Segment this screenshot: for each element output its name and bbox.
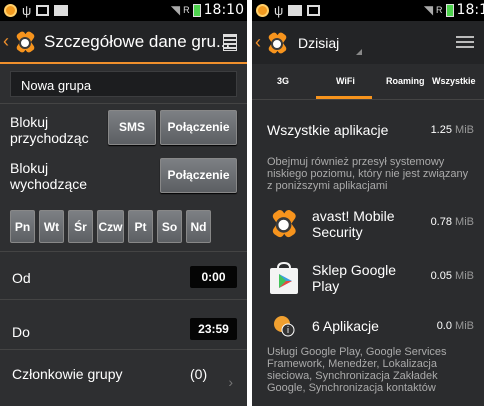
usb-icon: ψ [274, 3, 284, 18]
tab-wifi[interactable]: WiFi [336, 76, 355, 86]
app-name: Sklep Google Play [312, 262, 397, 294]
page-title: Szczegółowe dane gru... [44, 31, 231, 51]
sms-toggle-button[interactable]: SMS [108, 110, 156, 145]
action-bar: ‹ Dzisiaj [252, 21, 484, 64]
back-chevron-icon[interactable]: ‹ [255, 32, 265, 53]
app-row[interactable]: avast! Mobile Security 0.78 MiB [262, 206, 474, 258]
app-name: 6 Aplikacje [312, 318, 379, 334]
app-size: 0.05 MiB [430, 270, 474, 282]
app-row[interactable]: Sklep Google Play 0.05 MiB [262, 258, 474, 310]
notification-box-icon [307, 5, 321, 16]
block-outgoing-row: Blokuj wychodzące Połączenie [0, 158, 247, 196]
divider [0, 103, 247, 104]
period-dropdown[interactable]: Dzisiaj [298, 35, 362, 55]
image-icon [54, 5, 69, 16]
day-button[interactable]: Pt [128, 210, 153, 243]
app-group-footer: Usługi Google Play, Google Services Fram… [267, 346, 447, 394]
tab-all[interactable]: Wszystkie [432, 76, 476, 86]
usb-icon: ψ [22, 3, 32, 18]
description-text: Obejmuj również przesył systemowy niskie… [267, 156, 469, 192]
action-bar: ‹ Szczegółowe dane gru... [0, 21, 247, 64]
group-members-label: Członkowie grupy [12, 366, 123, 382]
outgoing-call-toggle-button[interactable]: Połączenie [160, 158, 237, 193]
avast-logo-icon[interactable] [13, 29, 37, 54]
app-row[interactable]: i 6 Aplikacje 0.0 MiB [262, 310, 474, 346]
day-button[interactable]: Śr [68, 210, 93, 243]
group-members-row[interactable]: Członkowie grupy (0) › [0, 349, 247, 403]
to-time-row: Do 23:59 [0, 299, 247, 349]
day-button[interactable]: Czw [97, 210, 124, 243]
back-chevron-icon[interactable]: ‹ [3, 31, 13, 52]
google-play-icon [268, 261, 300, 294]
signal-icon: R [436, 5, 443, 15]
group-name-field[interactable]: Nowa grupa [10, 71, 237, 97]
battery-icon [192, 3, 201, 17]
right-screen: ψ ◥ R 18:1 ‹ Dzisiaj 3G WiFi Roaming Wsz… [252, 0, 484, 406]
from-time-row: Od 0:00 [0, 251, 247, 299]
status-bar: ψ ◥ R 18:10 [0, 0, 247, 21]
all-apps-row[interactable]: Wszystkie aplikacje 1.25 MiB [262, 104, 474, 148]
to-time-field[interactable]: 23:59 [190, 318, 237, 340]
status-bar: ψ ◥ R 18:1 [252, 0, 484, 21]
incoming-call-toggle-button[interactable]: Połączenie [160, 110, 237, 145]
all-apps-size: 1.25 MiB [430, 124, 474, 136]
chevron-right-icon: › [228, 374, 233, 390]
day-button[interactable]: So [157, 210, 182, 243]
active-tab-indicator [316, 96, 372, 99]
from-label: Od [12, 270, 31, 286]
app-size: 0.78 MiB [430, 216, 474, 228]
tab-3g[interactable]: 3G [277, 76, 289, 86]
avast-logo-icon [268, 208, 300, 240]
weekday-selector: Pn Wt Śr Czw Pt So Nd [0, 210, 247, 243]
app-size: 0.0 MiB [436, 320, 474, 332]
notification-box-icon [36, 5, 50, 16]
to-label: Do [12, 324, 30, 340]
svg-text:i: i [287, 326, 290, 336]
signal-icon: R [183, 5, 190, 15]
avast-notification-icon [256, 4, 269, 17]
day-button[interactable]: Wt [39, 210, 64, 243]
day-button[interactable]: Pn [10, 210, 35, 243]
block-incoming-row: Blokuj przychodząc SMS Połączenie [0, 110, 247, 154]
wifi-icon: ◥ [170, 3, 181, 17]
from-time-field[interactable]: 0:00 [190, 266, 237, 288]
globe-apps-icon: i [272, 314, 304, 346]
avast-logo-icon[interactable] [265, 30, 289, 55]
tab-roaming[interactable]: Roaming [386, 76, 425, 86]
group-members-count: (0) [190, 366, 208, 382]
clock: 18:10 [203, 2, 244, 18]
battery-icon [445, 3, 454, 17]
dropdown-triangle-icon [356, 48, 362, 55]
clock: 18:1 [456, 2, 484, 18]
day-button[interactable]: Nd [186, 210, 211, 243]
wifi-icon: ◥ [423, 3, 434, 17]
image-icon [288, 5, 303, 16]
filter-sliders-icon[interactable] [456, 34, 474, 50]
all-apps-label: Wszystkie aplikacje [267, 122, 389, 138]
menu-icon[interactable] [223, 34, 237, 51]
left-screen: ψ ◥ R 18:10 ‹ Szczegółowe dane gru... No… [0, 0, 247, 406]
tab-bar: 3G WiFi Roaming Wszystkie [252, 64, 484, 100]
avast-notification-icon [4, 4, 17, 17]
app-name: avast! Mobile Security [312, 208, 395, 240]
